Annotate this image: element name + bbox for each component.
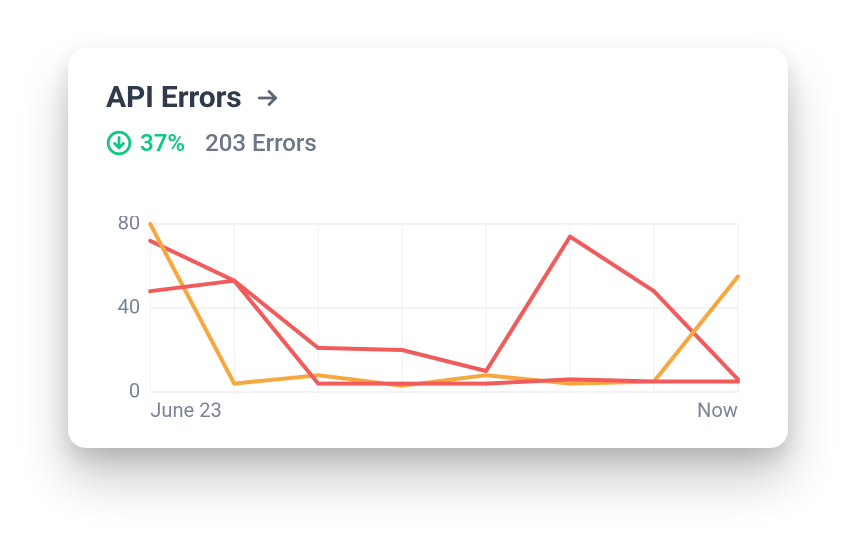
card-header[interactable]: API Errors	[106, 80, 750, 115]
trend-percent: 37%	[140, 129, 185, 157]
stats-row: 37% 203 Errors	[106, 129, 750, 157]
svg-text:80: 80	[118, 216, 141, 234]
svg-text:0: 0	[129, 378, 140, 402]
api-errors-card: API Errors 37% 203 Errors	[68, 48, 788, 448]
arrow-down-circle-icon	[106, 130, 132, 156]
error-count: 203 Errors	[205, 129, 317, 157]
card-title: API Errors	[106, 80, 241, 115]
svg-text:June 23: June 23	[150, 398, 222, 422]
line-chart-svg: 0 40 80 June 23 Now	[106, 216, 750, 428]
arrow-right-icon	[255, 85, 281, 111]
errors-chart: 0 40 80 June 23 Now	[106, 216, 750, 428]
trend-indicator: 37%	[106, 129, 185, 157]
svg-text:40: 40	[118, 294, 141, 318]
svg-text:Now: Now	[697, 398, 738, 422]
